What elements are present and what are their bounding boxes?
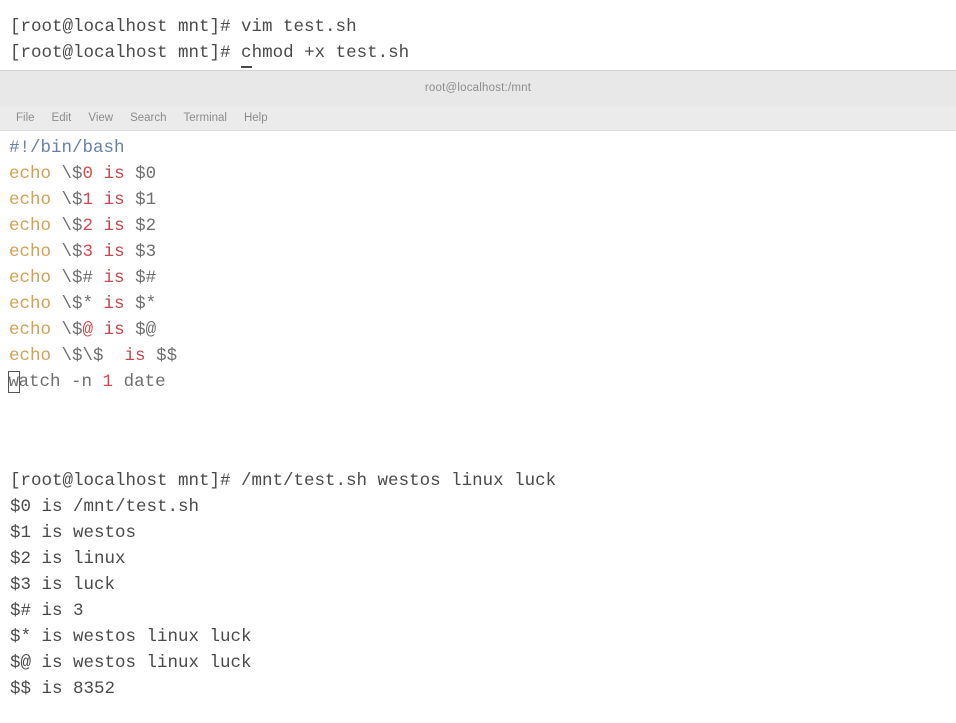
vim-token: echo bbox=[9, 294, 62, 314]
vim-token: echo bbox=[9, 242, 62, 262]
vim-token: 3 bbox=[82, 242, 94, 262]
vim-token bbox=[104, 346, 125, 366]
text-cursor-underline: c bbox=[241, 40, 252, 68]
vim-code-line: echo \$* is $* bbox=[9, 291, 956, 317]
vim-token: 2 bbox=[82, 216, 94, 236]
vim-code-line: echo \$0 is $0 bbox=[9, 161, 956, 187]
vim-token: $0 bbox=[124, 164, 157, 184]
menu-item-terminal[interactable]: Terminal bbox=[184, 112, 227, 124]
vim-token: is bbox=[103, 190, 125, 210]
shell-output-line: $$ is 8352 bbox=[10, 679, 116, 699]
vim-code-line: echo \$@ is $@ bbox=[9, 317, 956, 343]
vim-token: echo bbox=[9, 320, 62, 340]
vim-code-line: echo \$2 is $2 bbox=[9, 213, 956, 239]
vim-token: -n bbox=[71, 372, 103, 392]
vim-token: is bbox=[103, 164, 125, 184]
vim-token: $1 bbox=[124, 190, 157, 210]
shell-prompt: [root@localhost mnt]# bbox=[10, 17, 242, 37]
vim-token: \$ bbox=[61, 164, 83, 184]
window-titlebar[interactable]: root@localhost:/mnt bbox=[0, 70, 956, 106]
vim-token: 0 bbox=[82, 164, 94, 184]
vim-token bbox=[93, 164, 104, 184]
vim-token: echo bbox=[9, 346, 62, 366]
menu-item-edit[interactable]: Edit bbox=[52, 112, 72, 124]
vim-token bbox=[93, 190, 104, 210]
vim-token: is bbox=[103, 320, 125, 340]
shell-command: vim test.sh bbox=[241, 17, 357, 37]
top-shell-region: [root@localhost mnt]# vim test.sh [root@… bbox=[0, 0, 956, 70]
vim-token bbox=[93, 294, 104, 314]
vim-token: \$ bbox=[61, 320, 83, 340]
output-shell-region: [root@localhost mnt]# /mnt/test.sh westo… bbox=[0, 462, 956, 723]
vim-token: \$* bbox=[61, 294, 94, 314]
menu-item-help[interactable]: Help bbox=[244, 112, 268, 124]
window-title: root@localhost:/mnt bbox=[424, 82, 532, 94]
shell-output-line: $# is 3 bbox=[10, 601, 84, 621]
shell-output-line: $@ is westos linux luck bbox=[10, 653, 252, 673]
vim-code-line: #!/bin/bash bbox=[9, 135, 956, 161]
menu-item-file[interactable]: File bbox=[16, 112, 35, 124]
vim-token: 1 bbox=[82, 190, 94, 210]
vim-token: 1 bbox=[102, 372, 114, 392]
vim-token: \$ bbox=[61, 216, 83, 236]
vim-token: \$ bbox=[61, 242, 83, 262]
vim-token: $$ bbox=[145, 346, 178, 366]
shell-command-rest: hmod +x test.sh bbox=[251, 43, 410, 63]
vim-token bbox=[93, 216, 104, 236]
menu-item-search[interactable]: Search bbox=[130, 112, 166, 124]
vim-token: is bbox=[103, 242, 125, 262]
vim-token: \$ bbox=[61, 190, 83, 210]
vim-token bbox=[93, 320, 104, 340]
vim-token: @ bbox=[82, 320, 94, 340]
vim-token: is bbox=[103, 294, 125, 314]
vim-token: echo bbox=[9, 216, 62, 236]
vim-token: #!/bin/bash bbox=[9, 138, 125, 158]
vim-token: is bbox=[103, 268, 125, 288]
vim-code-line: echo \$3 is $3 bbox=[9, 239, 956, 265]
menubar: File Edit View Search Terminal Help bbox=[0, 106, 956, 131]
shell-output-line: $1 is westos bbox=[10, 523, 137, 543]
vim-token: is bbox=[124, 346, 146, 366]
vim-token: \$# bbox=[61, 268, 94, 288]
vim-token: $2 bbox=[124, 216, 157, 236]
vim-code-line: echo \$# is $# bbox=[9, 265, 956, 291]
vim-code-line: watch -n 1 date bbox=[7, 369, 956, 395]
vim-editor-pane[interactable]: #!/bin/bash echo \$0 is $0 echo \$1 is $1 e… bbox=[0, 131, 956, 451]
shell-output-line: $3 is luck bbox=[10, 575, 116, 595]
vim-token: date bbox=[113, 372, 166, 392]
vim-code-line: echo \$1 is $1 bbox=[9, 187, 956, 213]
shell-output-line: [root@localhost mnt]# /mnt/test.sh westo… bbox=[10, 471, 557, 491]
vim-token bbox=[93, 242, 104, 262]
vim-token: echo bbox=[9, 190, 62, 210]
vim-token bbox=[93, 268, 104, 288]
shell-line-chmod: [root@localhost mnt]# chmod +x test.sh bbox=[10, 40, 409, 68]
vim-token: $3 bbox=[124, 242, 157, 262]
shell-prompt: [root@localhost mnt]# bbox=[10, 43, 242, 63]
vim-code-line: echo \$\$ is $$ bbox=[9, 343, 956, 369]
vim-token: \$\$ bbox=[61, 346, 104, 366]
shell-line-vim: [root@localhost mnt]# vim test.sh bbox=[10, 14, 357, 40]
menu-item-view[interactable]: View bbox=[88, 112, 113, 124]
vim-token: is bbox=[103, 216, 125, 236]
vim-token: atch bbox=[18, 372, 72, 392]
shell-output-line: $* is westos linux luck bbox=[10, 627, 252, 647]
vim-token: $# bbox=[124, 268, 157, 288]
vim-token: echo bbox=[9, 164, 62, 184]
vim-token: echo bbox=[9, 268, 62, 288]
vim-token: $* bbox=[124, 294, 157, 314]
shell-output-line: $0 is /mnt/test.sh bbox=[10, 497, 200, 517]
vim-token: $@ bbox=[124, 320, 157, 340]
shell-output-line: $2 is linux bbox=[10, 549, 126, 569]
